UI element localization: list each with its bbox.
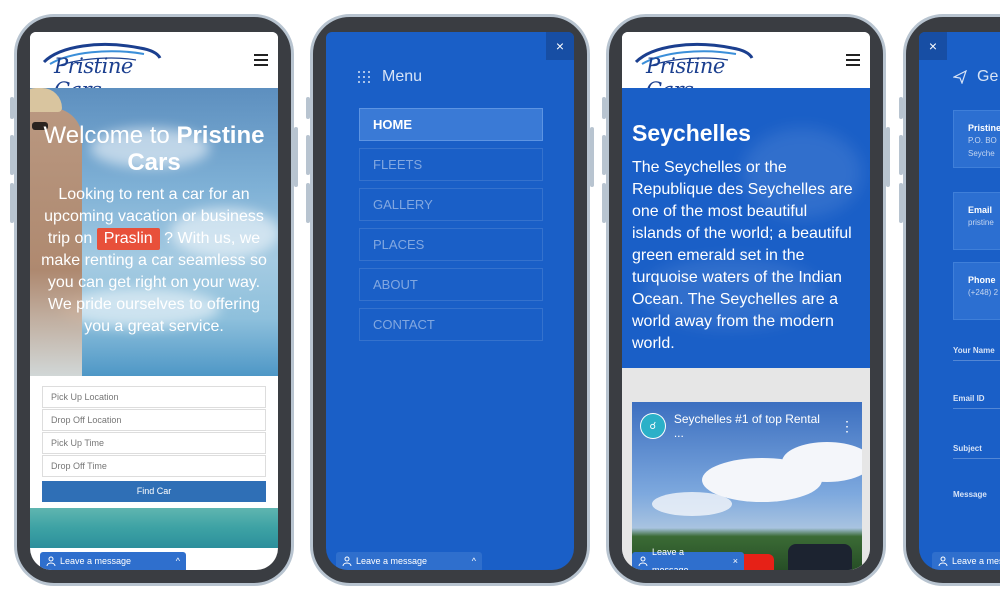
email-title: Email [968,205,993,215]
menu-title: Menu [382,68,423,85]
video-title[interactable]: Seychelles #1 of top Rental ... [674,412,832,440]
phone-value[interactable]: (+248) 2 [968,287,1000,298]
brand-logo[interactable]: Pristine Cars [40,38,162,102]
send-icon [953,70,967,84]
your-name-input[interactable] [953,360,1000,361]
your-name-label: Your Name [953,346,995,355]
subject-input[interactable] [953,458,1000,459]
leave-message-bar[interactable]: Leave a message ^ [336,552,482,570]
phone-place: Pristine Cars Seychelles The Seychelles … [602,14,890,586]
welcome-body: Looking to rent a car for an upcoming va… [40,184,268,338]
chevron-up-icon[interactable]: ^ [472,552,476,570]
contact-heading: Ge [977,68,999,85]
nav-item-places[interactable]: PLACES [359,228,543,261]
video-title-bar: ☌ Seychelles #1 of top Rental ... ⋮ [640,412,854,440]
email-id-label: Email ID [953,394,985,403]
hat-graphic [30,88,62,112]
nav-item-fleets[interactable]: FLEETS [359,148,543,181]
nav-item-home[interactable]: HOME [359,108,543,141]
contact-screen: × Ge Pristine P.O. BO Seyche Email prist… [919,32,1000,570]
user-icon [938,556,948,566]
leave-message-label: Leave a message [60,556,132,566]
place-title: Seychelles [632,120,751,146]
nav-item-contact[interactable]: CONTACT [359,308,543,341]
nav-item-gallery[interactable]: GALLERY [359,188,543,221]
chevron-up-icon[interactable]: ^ [176,552,180,570]
user-icon [342,556,352,566]
welcome-prefix: Welcome to [43,122,170,149]
address-card: Pristine P.O. BO Seyche [953,110,1000,168]
close-chat-icon[interactable]: × [733,552,738,570]
address-title: Pristine [968,123,1000,133]
find-car-button[interactable]: Find Car [42,481,266,502]
leave-message-bar[interactable]: Leave a message × [632,547,744,570]
place-description: The Seychelles or the Republique des Sey… [632,159,853,352]
hero-section: Welcome to Pristine Cars Looking to rent… [30,88,278,376]
more-options-icon[interactable]: ⋮ [840,418,854,435]
menu-screen: × Menu HOME FLEETS GALLERY PLACES ABOUT … [326,32,574,570]
place-screen: Pristine Cars Seychelles The Seychelles … [622,32,870,570]
message-label: Message [953,490,987,499]
phone-contact: × Ge Pristine P.O. BO Seyche Email prist… [899,14,1000,586]
close-menu-icon[interactable]: × [546,32,574,60]
mockup-stage: Pristine Cars Welcome to Pristine Cars L… [0,0,1000,600]
phone-home: Pristine Cars Welcome to Pristine Cars L… [10,14,298,586]
place-hero: Seychelles The Seychelles or the Republi… [622,88,870,368]
welcome-heading: Welcome to Pristine Cars [30,122,278,176]
nav-item-about[interactable]: ABOUT [359,268,543,301]
location-highlight[interactable]: Praslin [96,228,160,250]
home-screen: Pristine Cars Welcome to Pristine Cars L… [30,32,278,570]
subject-label: Subject [953,444,982,453]
leave-message-bar[interactable]: Leave a mes [932,552,1000,570]
dropoff-location-input[interactable]: Drop Off Location [42,409,266,431]
close-contact-icon[interactable]: × [919,32,947,60]
leave-message-label: Leave a mes [952,556,1000,566]
email-value[interactable]: pristine [968,217,1000,228]
grid-icon [358,71,370,83]
nav-menu: HOME FLEETS GALLERY PLACES ABOUT CONTACT [359,108,543,348]
phone-menu: × Menu HOME FLEETS GALLERY PLACES ABOUT … [306,14,594,586]
hamburger-menu-icon[interactable] [254,54,268,66]
booking-form: Pick Up Location Drop Off Location Pick … [30,376,278,508]
hamburger-menu-icon[interactable] [846,54,860,66]
user-icon [638,556,648,566]
address-line: P.O. BO [968,136,997,145]
email-id-input[interactable] [953,408,1000,409]
contact-header: Ge [953,68,998,86]
app-header: Pristine Cars [622,32,870,102]
brand-logo[interactable]: Pristine Cars [632,38,754,102]
car-in-video [788,544,852,570]
pickup-time-input[interactable]: Pick Up Time [42,432,266,454]
email-card: Email pristine [953,192,1000,250]
address-line: Seyche [968,149,995,158]
pickup-location-input[interactable]: Pick Up Location [42,386,266,408]
phone-title: Phone [968,275,996,285]
leave-message-label: Leave a message [356,556,428,566]
phone-card: Phone (+248) 2 [953,262,1000,320]
dropoff-time-input[interactable]: Drop Off Time [42,455,266,477]
menu-header: Menu [358,68,422,86]
leave-message-label: Leave a message [651,547,689,570]
app-header: Pristine Cars [30,32,278,102]
leave-message-bar[interactable]: Leave a message ^ [40,552,186,570]
channel-avatar[interactable]: ☌ [640,413,666,439]
user-icon [46,556,56,566]
sea-photo [30,508,278,548]
